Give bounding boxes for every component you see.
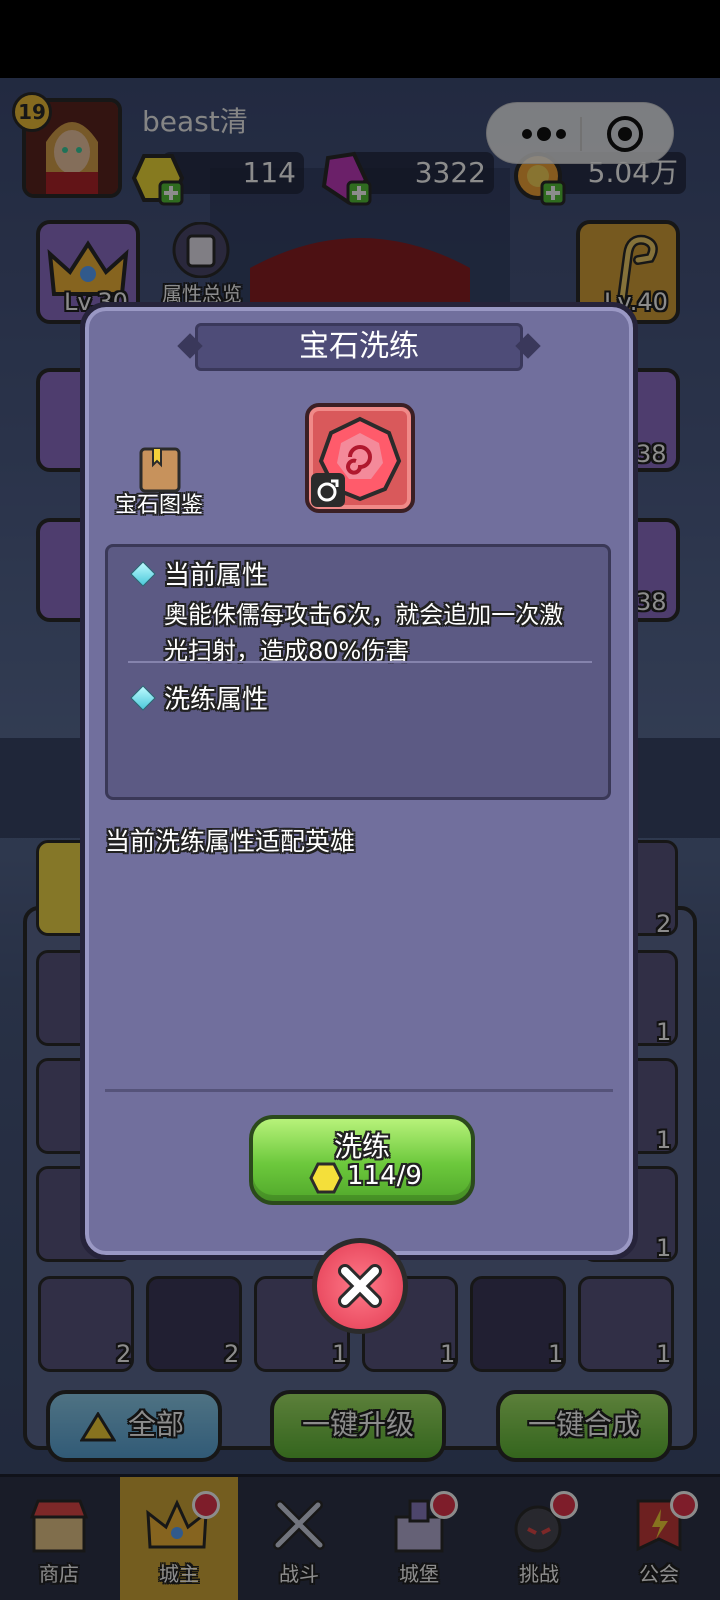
- fit-hero-hint: 当前洗练属性适配英雄: [105, 827, 356, 856]
- ring-type-icon: [311, 473, 345, 507]
- current-attribute-heading: 当前属性: [164, 561, 269, 591]
- attribute-divider: [128, 661, 592, 663]
- gold-gem-icon: [309, 1162, 343, 1194]
- refine-button-label: 洗练: [333, 1130, 390, 1163]
- diamond-bullet-icon: [130, 561, 156, 587]
- current-attribute-description: 奥能侏儒每攻击6次，就会追加一次激光扫射，造成80%伤害: [164, 601, 564, 665]
- refine-attribute-heading: 洗练属性: [164, 685, 269, 715]
- codex-book-icon[interactable]: [135, 445, 185, 493]
- gem-refine-dialog: 宝石洗练 宝石图鉴 当前属性 奥能侏儒每攻击6次，就会追加一次激光扫射，造成80…: [80, 302, 638, 1260]
- attribute-panel: 当前属性 奥能侏儒每攻击6次，就会追加一次激光扫射，造成80%伤害 洗练属性: [105, 544, 611, 800]
- game-screen: 19 beast清 114 3322 5.04万 Lv.30 属性总览 Lv.4…: [0, 0, 720, 1600]
- diamond-bullet-icon: [130, 685, 156, 711]
- close-dialog-button[interactable]: [312, 1238, 408, 1334]
- dialog-title: 宝石洗练: [195, 323, 523, 371]
- selected-gem-slot: [305, 403, 415, 513]
- refine-button[interactable]: 洗练 114/9: [249, 1115, 475, 1205]
- close-x-icon: [338, 1264, 382, 1308]
- refine-cost: 114/9: [347, 1161, 422, 1191]
- codex-label[interactable]: 宝石图鉴: [115, 487, 203, 519]
- footer-divider: [105, 1089, 613, 1092]
